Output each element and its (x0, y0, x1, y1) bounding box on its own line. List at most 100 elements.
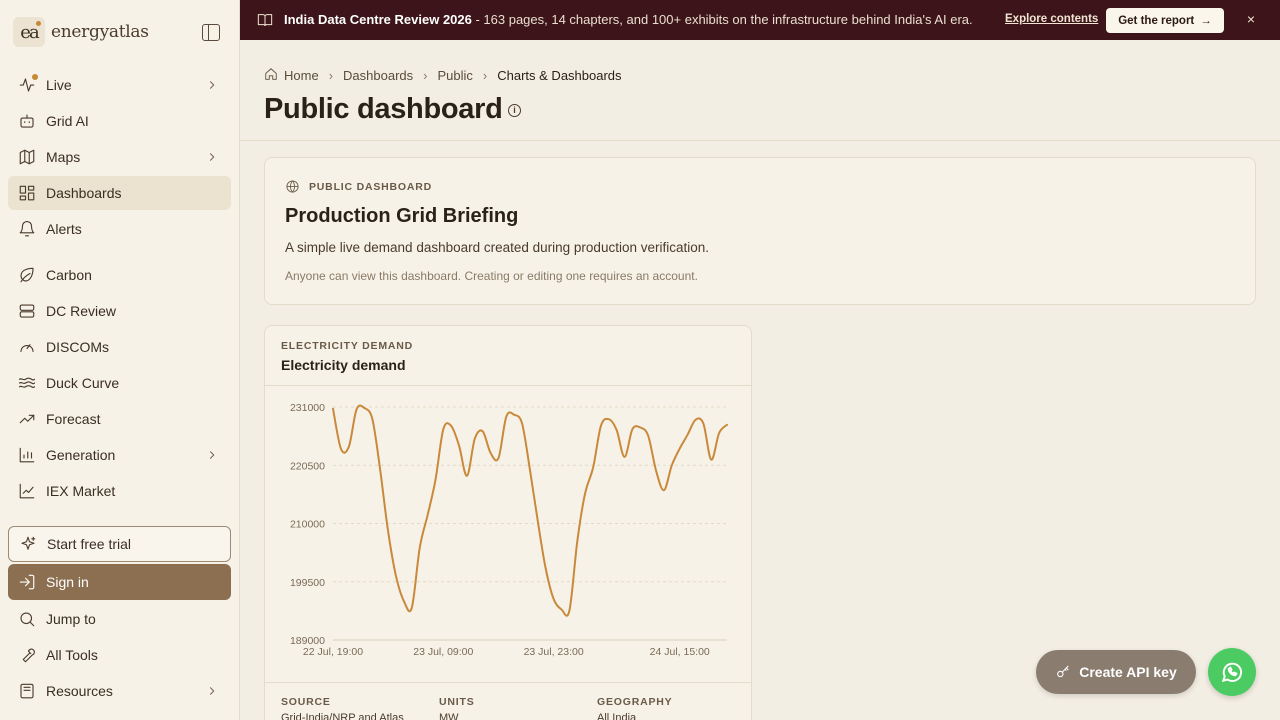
meta-value: Grid-India/NRP and Atlas (281, 712, 404, 720)
server-icon (18, 302, 36, 320)
arrow-right-icon: → (1200, 14, 1212, 27)
gauge-icon (18, 338, 36, 356)
leaf-icon (18, 266, 36, 284)
start-trial-label: Start free trial (47, 536, 132, 552)
line-chart-icon (18, 482, 36, 500)
whatsapp-button[interactable] (1208, 648, 1256, 696)
meta-geography: GEOGRAPHY All India (597, 696, 672, 720)
breadcrumb-dashboards[interactable]: Dashboards (343, 68, 413, 83)
sidebar-item-iex-market[interactable]: IEX Market (8, 474, 231, 508)
chart-eyebrow: ELECTRICITY DEMAND (281, 340, 414, 352)
y-tick-label: 210000 (290, 519, 325, 531)
search-icon (18, 610, 36, 628)
sidebar-item-label: DC Review (46, 303, 117, 319)
meta-source: SOURCE Grid-India/NRP and Atlas (281, 696, 404, 720)
globe-icon (285, 179, 300, 194)
meta-value: All India (597, 712, 637, 720)
sign-in-button[interactable]: Sign in (8, 564, 231, 600)
breadcrumb-separator: › (328, 68, 334, 83)
sidebar-item-grid-ai[interactable]: Grid AI (8, 104, 231, 138)
sidebar-item-discoms[interactable]: DISCOMs (8, 330, 231, 364)
dashboard-info-card: PUBLIC DASHBOARD Production Grid Briefin… (264, 157, 1256, 305)
sidebar-item-all-tools[interactable]: All Tools (8, 638, 231, 672)
banner-title: India Data Centre Review 2026 (284, 12, 472, 27)
collapse-sidebar-icon[interactable] (202, 24, 220, 41)
header-divider (240, 140, 1280, 141)
logo-text: energyatlas (51, 22, 149, 42)
sidebar-item-label: Carbon (46, 267, 92, 283)
logo-mark: ea (13, 17, 45, 47)
breadcrumb-public[interactable]: Public (437, 68, 472, 83)
sidebar: ea energyatlas Live Grid AI Maps Dashboards… (0, 0, 240, 720)
bot-icon (18, 112, 36, 130)
create-api-key-label: Create API key (1079, 664, 1177, 680)
sidebar-item-jump-to[interactable]: Jump to (8, 602, 231, 636)
sidebar-item-forecast[interactable]: Forecast (8, 402, 231, 436)
dashboard-description: A simple live demand dashboard created d… (285, 240, 709, 255)
explore-contents-link[interactable]: Explore contents (1005, 13, 1098, 25)
breadcrumb-home[interactable]: Home (284, 68, 319, 83)
sidebar-item-label: IEX Market (46, 483, 116, 499)
x-tick-label: 23 Jul, 23:00 (524, 646, 584, 658)
sidebar-item-duck-curve[interactable]: Duck Curve (8, 366, 231, 400)
demand-line-chart[interactable]: 23100022050021000019950018900022 Jul, 19… (265, 386, 751, 682)
x-tick-label: 23 Jul, 09:00 (413, 646, 473, 658)
banner-text: India Data Centre Review 2026 - 163 page… (284, 12, 973, 27)
start-trial-button[interactable]: Start free trial (8, 526, 231, 562)
sidebar-item-live[interactable]: Live (8, 68, 231, 102)
get-report-button[interactable]: Get the report → (1106, 8, 1224, 33)
demand-series-line (332, 404, 728, 617)
sidebar-item-label: Forecast (46, 411, 101, 427)
sidebar-item-carbon[interactable]: Carbon (8, 258, 231, 292)
trend-up-icon (18, 410, 36, 428)
sidebar-item-label: Alerts (46, 221, 82, 237)
announcement-banner: India Data Centre Review 2026 - 163 page… (240, 0, 1280, 40)
sidebar-item-alerts[interactable]: Alerts (8, 212, 231, 246)
sidebar-item-generation[interactable]: Generation (8, 438, 231, 472)
create-api-key-button[interactable]: Create API key (1036, 650, 1196, 694)
close-banner-button[interactable]: × (1243, 11, 1259, 29)
chevron-right-icon (205, 150, 219, 164)
sign-in-icon (18, 573, 36, 591)
sidebar-item-label: Resources (46, 683, 113, 699)
sidebar-item-label: Duck Curve (46, 375, 120, 391)
banner-description: - 163 pages, 14 chapters, and 100+ exhib… (471, 12, 973, 27)
page-title: Public dashboard (264, 93, 503, 125)
sidebar-item-dashboards[interactable]: Dashboards (8, 176, 231, 210)
meta-value: MW (439, 712, 459, 720)
info-icon[interactable]: i (508, 104, 521, 117)
chart-footer-divider (265, 682, 751, 683)
breadcrumb: Home › Dashboards › Public › Charts & Da… (264, 67, 622, 84)
chevron-right-icon (205, 684, 219, 698)
get-report-label: Get the report (1118, 14, 1195, 27)
sidebar-item-label: Dashboards (46, 185, 122, 201)
y-tick-label: 199500 (290, 577, 325, 589)
breadcrumb-current: Charts & Dashboards (497, 68, 622, 83)
meta-units: UNITS MW (439, 696, 475, 720)
home-icon (264, 67, 284, 84)
breadcrumb-separator: › (423, 68, 428, 83)
chevron-right-icon (205, 78, 219, 92)
sidebar-item-label: Live (46, 77, 72, 93)
wrench-icon (18, 646, 36, 664)
sidebar-item-resources[interactable]: Resources (8, 674, 231, 708)
sidebar-item-label: Grid AI (46, 113, 89, 129)
breadcrumb-separator: › (482, 68, 488, 83)
dashboard-note: Anyone can view this dashboard. Creating… (285, 269, 698, 283)
chart-card: ELECTRICITY DEMAND Electricity demand 23… (264, 325, 752, 720)
sidebar-item-dc-review[interactable]: DC Review (8, 294, 231, 328)
sidebar-item-label: Jump to (46, 611, 96, 627)
dashboard-title: Production Grid Briefing (285, 205, 519, 227)
y-tick-label: 220500 (290, 460, 325, 472)
logo[interactable]: ea energyatlas (13, 17, 149, 47)
x-tick-label: 24 Jul, 15:00 (650, 646, 710, 658)
sidebar-item-label: Generation (46, 447, 116, 463)
chevron-right-icon (205, 448, 219, 462)
bar-chart-icon (18, 446, 36, 464)
chart-title: Electricity demand (281, 357, 406, 373)
sidebar-item-maps[interactable]: Maps (8, 140, 231, 174)
key-icon (1057, 665, 1069, 678)
sidebar-item-label: All Tools (46, 647, 98, 663)
y-tick-label: 231000 (290, 402, 325, 414)
waves-icon (18, 374, 36, 392)
